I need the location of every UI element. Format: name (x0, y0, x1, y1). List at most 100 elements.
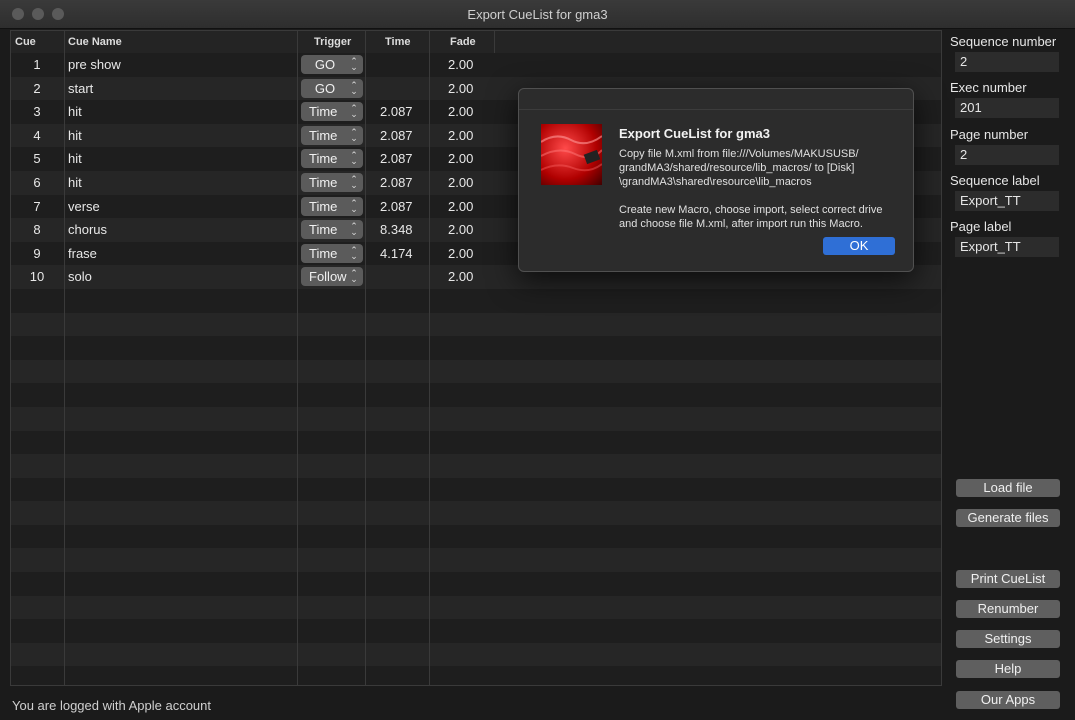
table-header: Cue Cue Name Trigger Time Fade (11, 31, 941, 54)
cue-name[interactable]: solo (68, 269, 92, 284)
stepper-chevrons-icon: ⌃ ⌄ (350, 268, 358, 285)
header-time[interactable]: Time (385, 36, 410, 48)
sequence-number-field[interactable]: 2 (955, 52, 1059, 72)
cue-name[interactable]: start (68, 81, 93, 96)
cue-name[interactable]: hit (68, 104, 82, 119)
trigger-select[interactable]: Time ⌃ ⌄ (301, 196, 363, 216)
cue-time[interactable]: 2.087 (380, 199, 413, 214)
page-label-field[interactable]: Export_TT (955, 237, 1059, 257)
trigger-value: GO (314, 80, 336, 96)
trigger-select[interactable]: GO ⌃ ⌄ (301, 55, 363, 74)
trigger-value: GO (314, 57, 336, 72)
exec-number-label: Exec number (950, 80, 1027, 95)
cue-time[interactable]: 2.087 (380, 104, 413, 119)
trigger-select[interactable]: Time ⌃ ⌄ (301, 149, 363, 169)
empty-row (11, 477, 941, 502)
trigger-value: Time (309, 104, 338, 120)
cue-number: 9 (33, 245, 41, 261)
trigger-select[interactable]: GO ⌃ ⌄ (301, 78, 363, 98)
trigger-value: Time (309, 198, 338, 214)
cue-fade[interactable]: 2.00 (448, 104, 473, 119)
empty-row (11, 454, 941, 478)
page-label-label: Page label (950, 219, 1012, 234)
dialog-titlebar (519, 89, 913, 110)
alert-dialog: Export CueList for gma3 Copy file M.xml … (518, 88, 914, 272)
exec-number-field[interactable]: 201 (955, 98, 1059, 118)
trigger-value: Follow (309, 269, 347, 285)
cue-fade[interactable]: 2.00 (448, 175, 473, 190)
sequence-label-field[interactable]: Export_TT (955, 191, 1059, 211)
empty-row (11, 666, 941, 685)
title-bar: Export CueList for gma3 (0, 0, 1075, 29)
help-button[interactable]: Help (956, 660, 1060, 678)
trigger-select[interactable]: Time ⌃ ⌄ (301, 172, 363, 192)
cue-number: 4 (33, 127, 41, 143)
cue-fade[interactable]: 2.00 (448, 246, 473, 261)
header-cue-name[interactable]: Cue Name (68, 36, 122, 48)
cue-fade[interactable]: 2.00 (448, 57, 473, 72)
load-file-button[interactable]: Load file (956, 479, 1060, 497)
our-apps-button[interactable]: Our Apps (956, 691, 1060, 709)
stepper-chevrons-icon: ⌃ ⌄ (350, 126, 358, 143)
page-number-field[interactable]: 2 (955, 145, 1059, 165)
cue-name[interactable]: hit (68, 151, 82, 166)
cue-name[interactable]: hit (68, 175, 82, 190)
cue-name[interactable]: frase (68, 246, 97, 261)
dialog-message: Copy file M.xml from file:///Volumes/MAK… (619, 148, 883, 230)
cue-fade[interactable]: 2.00 (448, 128, 473, 143)
empty-row (11, 383, 941, 407)
cue-time[interactable]: 2.087 (380, 175, 413, 190)
dialog-title: Export CueList for gma3 (619, 126, 770, 141)
stepper-chevrons-icon: ⌃ ⌄ (350, 173, 358, 190)
trigger-value: Time (309, 222, 338, 238)
cue-time[interactable]: 4.174 (380, 246, 413, 261)
stepper-chevrons-icon: ⌃ ⌄ (350, 79, 358, 96)
cue-number: 1 (33, 57, 41, 72)
stepper-chevrons-icon: ⌃ ⌄ (350, 150, 358, 167)
trigger-value: Time (309, 127, 338, 143)
empty-row (11, 595, 941, 620)
empty-row (11, 430, 941, 455)
cue-fade[interactable]: 2.00 (448, 222, 473, 237)
sequence-label-label: Sequence label (950, 173, 1040, 188)
cue-time[interactable]: 8.348 (380, 222, 413, 237)
cue-name[interactable]: chorus (68, 222, 107, 237)
cue-fade[interactable]: 2.00 (448, 151, 473, 166)
print-cuelist-button[interactable]: Print CueList (956, 570, 1060, 588)
cue-time[interactable]: 2.087 (380, 128, 413, 143)
cue-number: 7 (33, 198, 41, 214)
cue-time[interactable]: 2.087 (380, 151, 413, 166)
trigger-select[interactable]: Time ⌃ ⌄ (301, 125, 363, 145)
header-fade[interactable]: Fade (450, 36, 476, 48)
generate-files-button[interactable]: Generate files (956, 509, 1060, 527)
table-row[interactable]: 1 pre show GO ⌃ ⌄ 2.00 (11, 53, 941, 77)
stepper-chevrons-icon: ⌃ ⌄ (350, 197, 358, 214)
empty-row (11, 524, 941, 549)
empty-row (11, 642, 941, 667)
trigger-select[interactable]: Time ⌃ ⌄ (301, 102, 363, 122)
empty-row (11, 336, 941, 360)
page-number-label: Page number (950, 127, 1029, 142)
header-trigger[interactable]: Trigger (314, 36, 351, 48)
cue-name[interactable]: verse (68, 199, 100, 214)
empty-row (11, 288, 941, 313)
stepper-chevrons-icon: ⌃ ⌄ (350, 221, 358, 238)
ok-button[interactable]: OK (823, 237, 895, 255)
cue-fade[interactable]: 2.00 (448, 199, 473, 214)
header-cue[interactable]: Cue (15, 36, 36, 48)
stepper-chevrons-icon: ⌃ ⌄ (350, 103, 358, 120)
trigger-select[interactable]: Time ⌃ ⌄ (301, 243, 363, 263)
cue-number: 10 (29, 269, 45, 285)
renumber-button[interactable]: Renumber (956, 600, 1060, 618)
status-text: You are logged with Apple account (12, 698, 212, 713)
cue-fade[interactable]: 2.00 (448, 269, 473, 284)
trigger-value: Time (309, 245, 338, 261)
cue-name[interactable]: pre show (68, 57, 121, 72)
empty-row (11, 359, 941, 384)
stepper-chevrons-icon: ⌃ ⌄ (350, 56, 358, 72)
settings-button[interactable]: Settings (956, 630, 1060, 648)
cue-name[interactable]: hit (68, 128, 82, 143)
cue-fade[interactable]: 2.00 (448, 81, 473, 96)
trigger-select[interactable]: Time ⌃ ⌄ (301, 220, 363, 240)
trigger-select[interactable]: Follow ⌃ ⌄ (301, 267, 363, 287)
